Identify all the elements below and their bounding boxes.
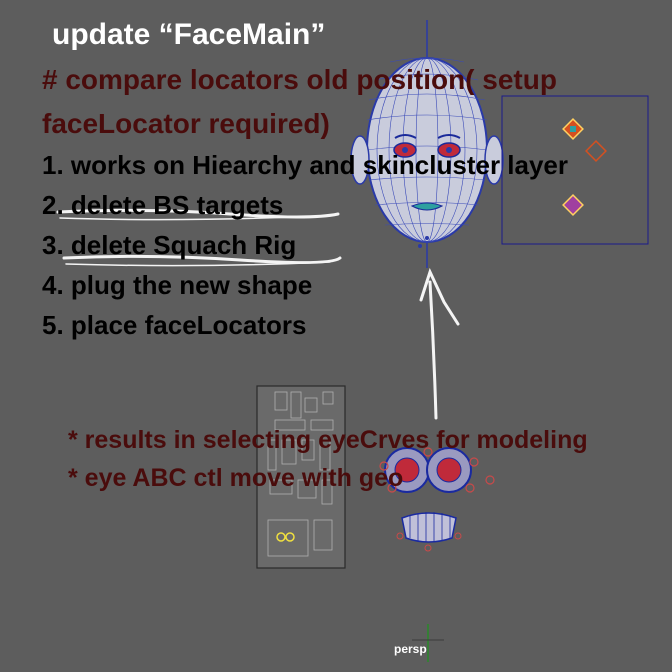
face-mesh[interactable]: [350, 20, 504, 268]
step-item: 2. delete BS targets: [42, 190, 284, 220]
step-item: 3. delete Squach Rig: [42, 230, 297, 260]
teeth-geometry[interactable]: [396, 512, 462, 552]
comment-line-2: faceLocator required): [42, 108, 330, 139]
camera-label: persp: [394, 642, 427, 656]
step-item: 5. place faceLocators: [42, 310, 307, 340]
chalk-arrow: [419, 267, 460, 420]
step-item: 4. plug the new shape: [42, 270, 313, 300]
maya-3d-viewport[interactable]: update “FaceMain” # compare locators old…: [0, 0, 672, 672]
note-item: * eye ABC ctl move with geo: [68, 464, 404, 492]
step-item: 1. works on Hiearchy and skincluster lay…: [42, 150, 569, 180]
page-title: update “FaceMain”: [52, 18, 326, 51]
note-item: * results in selecting eyeCrves for mode…: [68, 426, 588, 454]
comment-line-1: # compare locators old position( setup: [42, 64, 557, 95]
